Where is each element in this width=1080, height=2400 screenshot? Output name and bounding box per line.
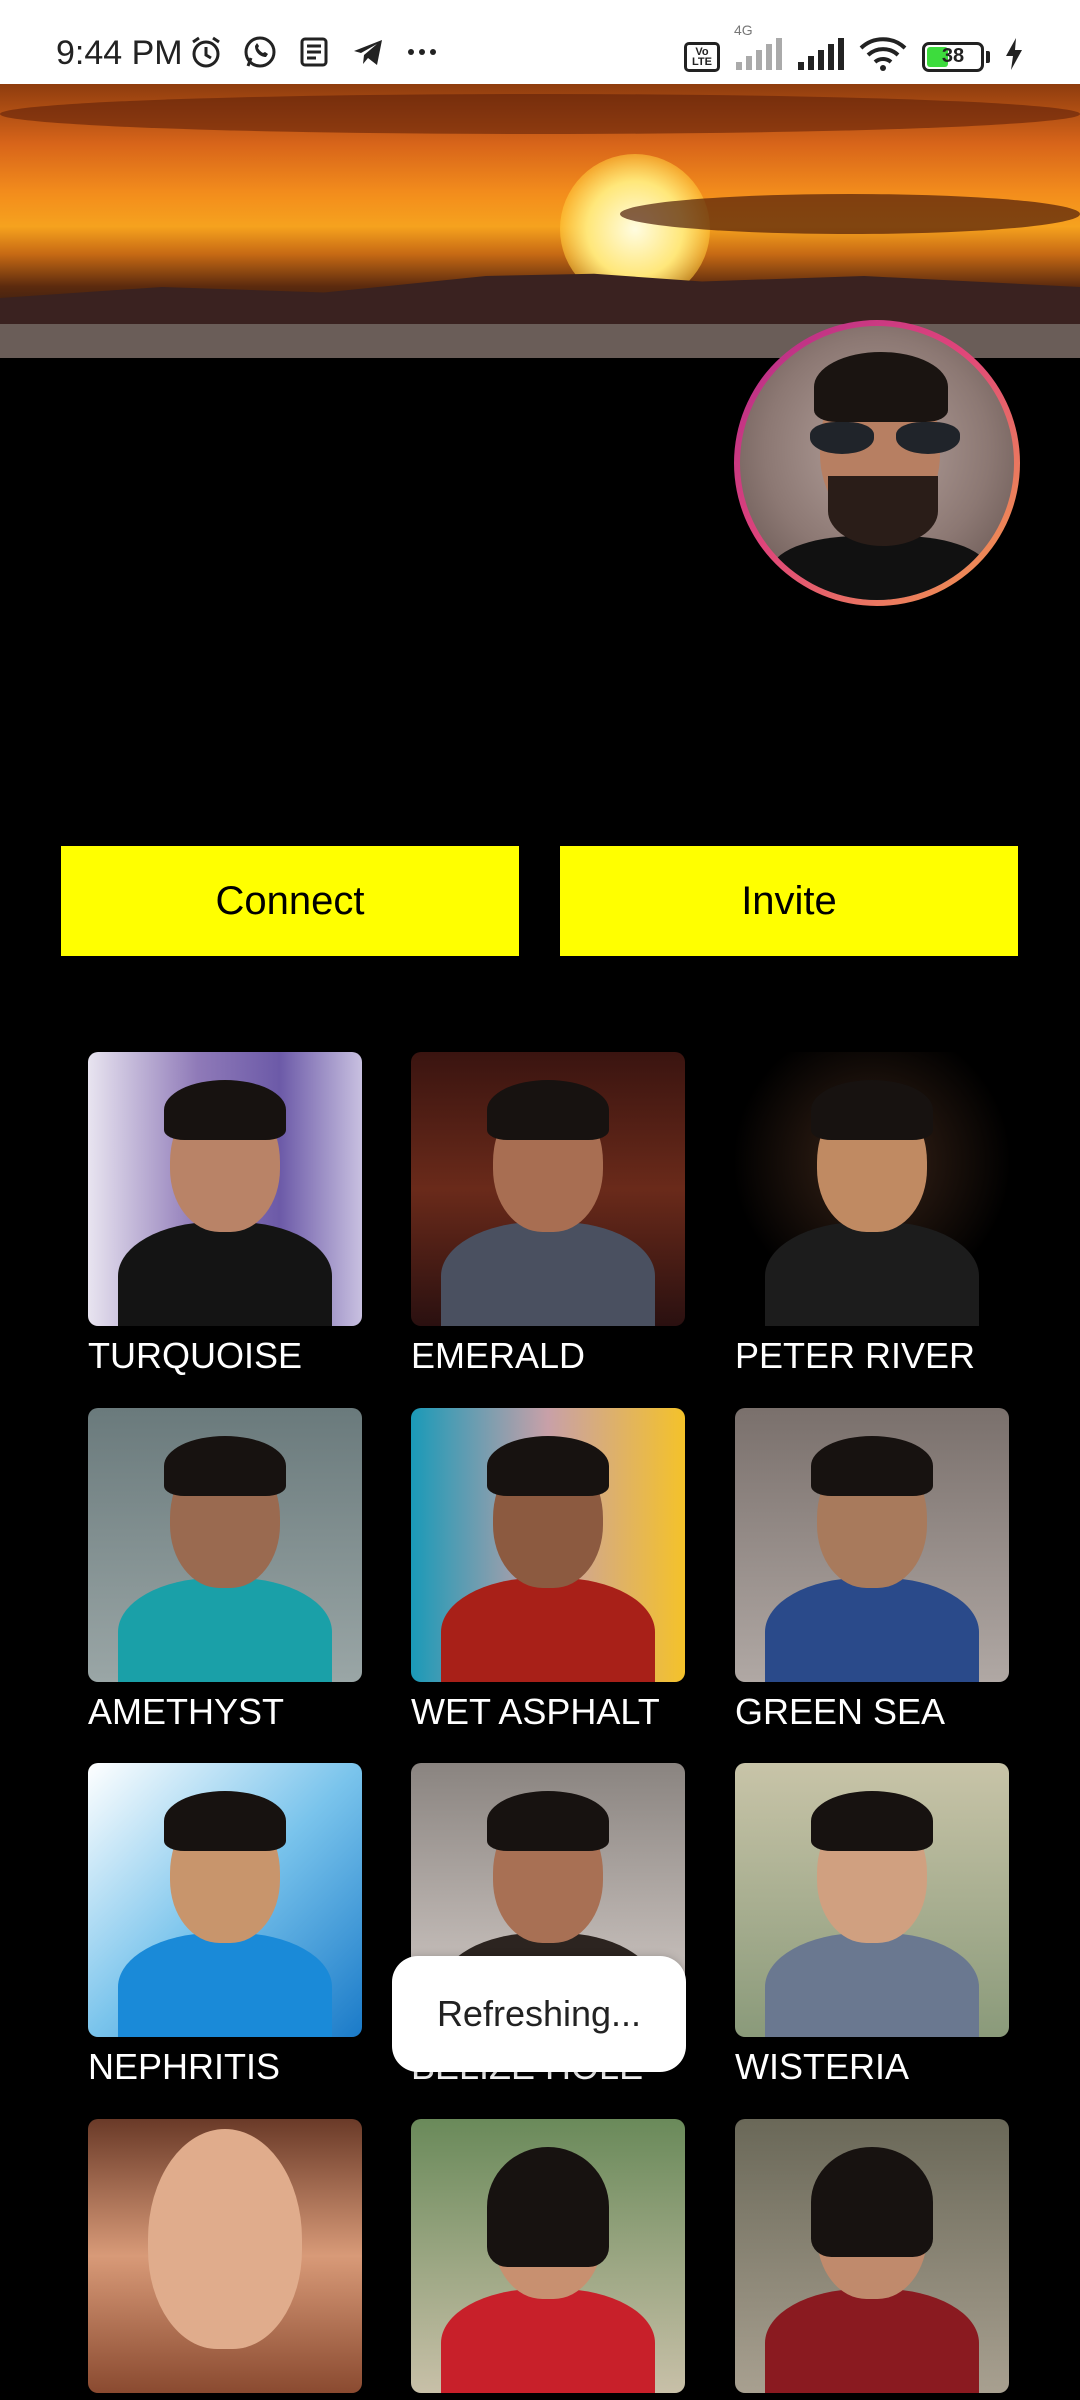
grid-item-label: AMETHYST bbox=[88, 1691, 285, 1732]
grid-item[interactable]: NEPHRITIS bbox=[88, 1763, 362, 2089]
grid-item[interactable] bbox=[411, 2119, 685, 2400]
status-bar: 9:44 PM Vo LTE 4G 38 bbox=[0, 0, 1080, 84]
grid-item-label: WET ASPHALT bbox=[411, 1691, 660, 1732]
grid-thumbnail bbox=[411, 1052, 685, 1326]
connect-button[interactable]: Connect bbox=[61, 846, 519, 956]
grid-thumbnail bbox=[735, 1763, 1009, 2037]
grid-item-label: TURQUOISE bbox=[88, 1335, 303, 1376]
status-system-icons: Vo LTE 4G 38 bbox=[684, 22, 1024, 77]
grid-thumbnail bbox=[735, 1408, 1009, 1682]
status-time: 9:44 PM bbox=[56, 34, 183, 72]
grid-thumbnail bbox=[411, 2119, 685, 2393]
whatsapp-icon bbox=[242, 34, 278, 70]
banner-cloud bbox=[0, 94, 1080, 134]
battery-icon: 38 bbox=[922, 41, 984, 72]
battery-tip bbox=[986, 50, 990, 63]
grid-item-label: EMERALD bbox=[411, 1335, 586, 1376]
grid-item[interactable] bbox=[88, 2119, 362, 2400]
grid-thumbnail bbox=[411, 1408, 685, 1682]
charging-icon bbox=[1004, 38, 1024, 75]
grid-thumbnail bbox=[88, 1052, 362, 1326]
grid-item[interactable]: WET ASPHALT bbox=[411, 1408, 685, 1734]
grid-thumbnail bbox=[88, 1763, 362, 2037]
telegram-icon bbox=[350, 34, 386, 70]
refreshing-toast: Refreshing... bbox=[392, 1956, 686, 2072]
grid-item[interactable]: AMETHYST bbox=[88, 1408, 362, 1734]
more-icon bbox=[404, 34, 440, 70]
grid-item[interactable]: EMERALD bbox=[411, 1052, 685, 1378]
banner-cloud bbox=[620, 194, 1080, 234]
invite-button[interactable]: Invite bbox=[560, 846, 1018, 956]
wifi-icon bbox=[858, 36, 908, 77]
grid-thumbnail bbox=[735, 2119, 1009, 2393]
battery-level: 38 bbox=[941, 45, 965, 67]
network-type: 4G bbox=[734, 22, 753, 38]
signal-icon: 4G bbox=[734, 22, 782, 75]
volte-icon: Vo LTE bbox=[684, 41, 720, 72]
grid-thumbnail bbox=[735, 1052, 1009, 1326]
grid-item-label: GREEN SEA bbox=[735, 1691, 946, 1732]
grid-item[interactable]: PETER RIVER bbox=[735, 1052, 1009, 1378]
alarm-icon bbox=[188, 34, 224, 70]
grid-thumbnail bbox=[88, 1408, 362, 1682]
grid-thumbnail bbox=[88, 2119, 362, 2393]
signal-icon bbox=[796, 38, 844, 75]
grid-item-label: PETER RIVER bbox=[735, 1335, 976, 1376]
news-icon bbox=[296, 34, 332, 70]
grid-item-label: NEPHRITIS bbox=[88, 2046, 281, 2087]
avatar-photo bbox=[740, 326, 1014, 600]
profile-avatar[interactable] bbox=[734, 320, 1020, 606]
grid-item-label: WISTERIA bbox=[735, 2046, 910, 2087]
grid-item[interactable] bbox=[735, 2119, 1009, 2400]
grid-item[interactable]: GREEN SEA bbox=[735, 1408, 1009, 1734]
cover-image bbox=[0, 84, 1080, 358]
grid-item[interactable]: WISTERIA bbox=[735, 1763, 1009, 2089]
grid-item[interactable]: TURQUOISE bbox=[88, 1052, 362, 1378]
status-notification-icons bbox=[188, 34, 440, 70]
